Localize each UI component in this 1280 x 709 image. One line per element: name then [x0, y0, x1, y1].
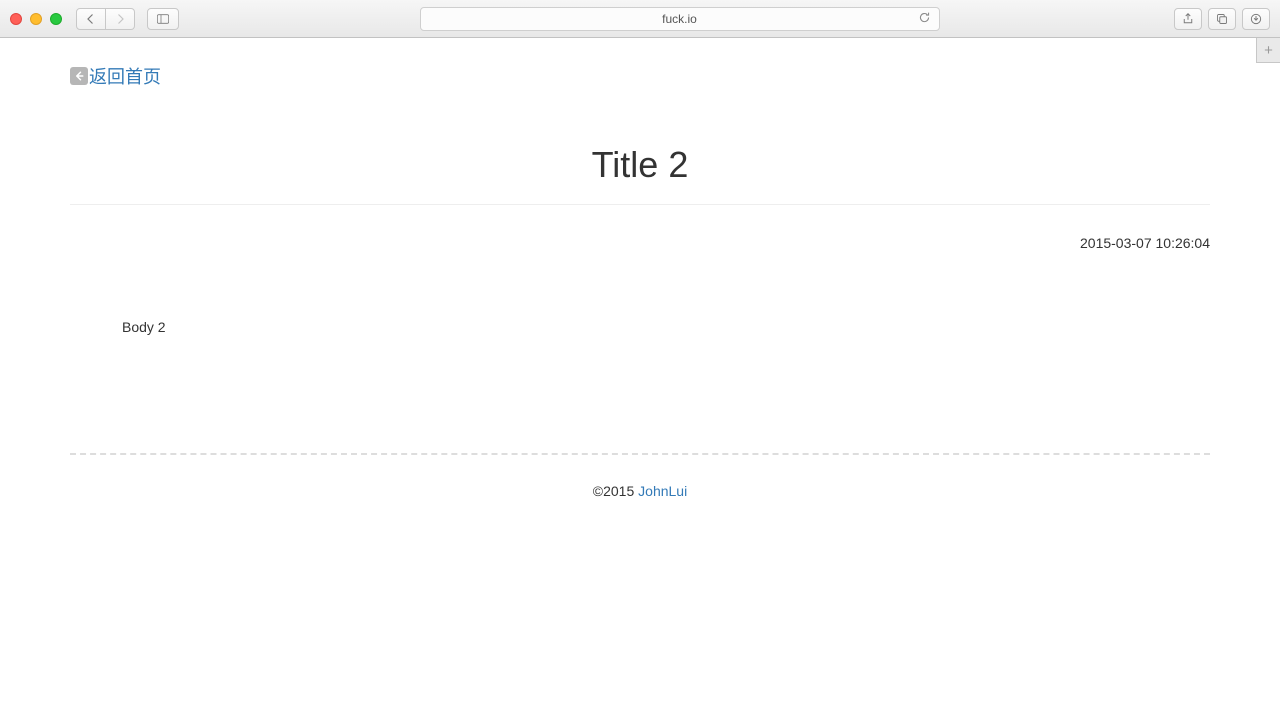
show-sidebar-button[interactable] [147, 8, 179, 30]
sidebar-icon [157, 13, 169, 25]
footer: ©2015 JohnLui [70, 483, 1210, 499]
copyright-text: ©2015 [593, 483, 638, 499]
new-tab-button[interactable]: + [1256, 38, 1280, 63]
article-date: 2015-03-07 10:26:04 [70, 235, 1210, 251]
toolbar-right [1174, 8, 1270, 30]
reload-button[interactable] [918, 11, 931, 27]
chevron-right-icon [114, 13, 126, 25]
author-link[interactable]: JohnLui [638, 483, 687, 499]
nav-forward-button[interactable] [106, 8, 135, 30]
plus-icon: + [1264, 42, 1273, 59]
chevron-left-icon [85, 13, 97, 25]
back-home-link[interactable]: 返回首页 [70, 63, 161, 89]
divider [70, 453, 1210, 455]
close-window-button[interactable] [10, 13, 22, 25]
share-button[interactable] [1174, 8, 1202, 30]
share-icon [1182, 13, 1194, 25]
article-title: Title 2 [70, 144, 1210, 205]
article-body: Body 2 [122, 319, 1210, 335]
back-arrow-icon [70, 67, 88, 85]
browser-toolbar: fuck.io [0, 0, 1280, 38]
address-bar[interactable]: fuck.io [420, 7, 940, 31]
downloads-button[interactable] [1242, 8, 1270, 30]
page-content: 返回首页 Title 2 2015-03-07 10:26:04 Body 2 … [0, 38, 1280, 499]
maximize-window-button[interactable] [50, 13, 62, 25]
reload-icon [918, 11, 931, 24]
minimize-window-button[interactable] [30, 13, 42, 25]
window-controls [10, 13, 62, 25]
nav-back-button[interactable] [76, 8, 106, 30]
nav-back-forward [76, 8, 141, 30]
show-tabs-button[interactable] [1208, 8, 1236, 30]
url-text: fuck.io [662, 12, 697, 26]
tabs-icon [1216, 13, 1228, 25]
back-home-label: 返回首页 [89, 63, 161, 89]
download-icon [1250, 13, 1262, 25]
